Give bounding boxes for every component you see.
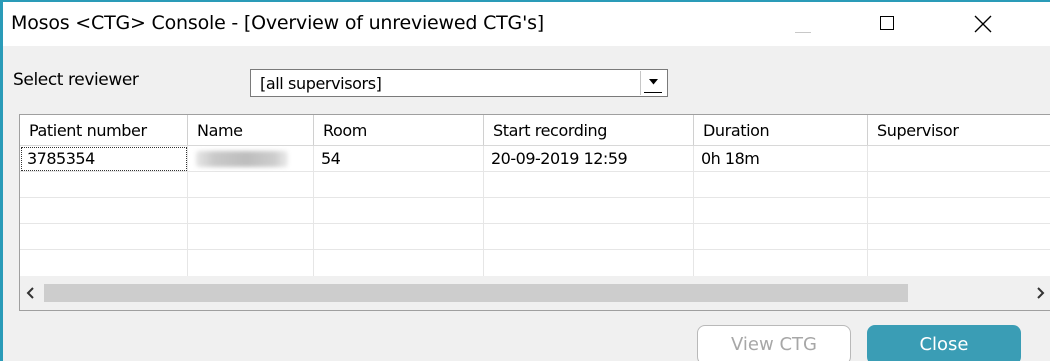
empty-cell (314, 172, 484, 198)
scroll-left-icon[interactable] (26, 287, 34, 299)
empty-cell (188, 250, 314, 276)
column-header-supervisor[interactable]: Supervisor (868, 115, 1050, 145)
dropdown-underline (644, 92, 662, 93)
reviewer-dropdown[interactable]: [all supervisors] (250, 69, 668, 97)
empty-row (20, 172, 1050, 198)
minimize-icon (795, 32, 811, 33)
cell-name[interactable] (188, 146, 314, 172)
cell-patient-number[interactable]: 3785354 (20, 146, 188, 172)
empty-cell (694, 198, 868, 224)
view-ctg-button[interactable]: View CTG (697, 325, 851, 361)
empty-row (20, 250, 1050, 276)
scrollbar-thumb[interactable] (44, 284, 908, 302)
title-bar: Mosos <CTG> Console - [Overview of unrev… (3, 2, 1050, 46)
empty-cell (484, 224, 694, 250)
empty-cell (188, 172, 314, 198)
empty-cell (314, 250, 484, 276)
reviewer-selected-value: [all supervisors] (260, 74, 382, 93)
app-window: Mosos <CTG> Console - [Overview of unrev… (0, 0, 1050, 361)
empty-cell (694, 172, 868, 198)
cell-start-recording[interactable]: 20-09-2019 12:59 (484, 146, 694, 172)
dropdown-button[interactable] (640, 71, 666, 95)
close-window-button[interactable] (953, 2, 1013, 46)
table-row[interactable]: 3785354 54 20-09-2019 12:59 0h 18m (20, 146, 1050, 172)
empty-cell (20, 198, 188, 224)
scroll-right-icon[interactable] (1037, 287, 1045, 299)
window-title: Mosos <CTG> Console - [Overview of unrev… (11, 12, 545, 34)
table-header: Patient number Name Room Start recording… (20, 115, 1050, 146)
column-header-room[interactable]: Room (314, 115, 484, 145)
chevron-down-icon (649, 79, 658, 85)
empty-cell (188, 198, 314, 224)
maximize-button[interactable] (858, 2, 918, 46)
empty-cell (484, 198, 694, 224)
cell-supervisor[interactable] (868, 146, 1050, 172)
close-button[interactable]: Close (867, 325, 1021, 361)
cell-duration[interactable]: 0h 18m (694, 146, 868, 172)
ctg-table[interactable]: Patient number Name Room Start recording… (19, 114, 1050, 311)
empty-row (20, 198, 1050, 224)
column-header-patient-number[interactable]: Patient number (20, 115, 188, 145)
horizontal-scrollbar[interactable] (20, 276, 1050, 310)
empty-row (20, 224, 1050, 250)
column-header-duration[interactable]: Duration (694, 115, 868, 145)
close-icon (974, 15, 992, 33)
empty-cell (694, 250, 868, 276)
empty-cell (20, 250, 188, 276)
empty-cell (314, 224, 484, 250)
empty-cell (188, 224, 314, 250)
column-header-start-recording[interactable]: Start recording (484, 115, 694, 145)
empty-cell (20, 224, 188, 250)
empty-cell (694, 224, 868, 250)
minimize-button[interactable] (773, 2, 833, 46)
cell-room[interactable]: 54 (314, 146, 484, 172)
redacted-name (196, 151, 288, 167)
empty-cell (484, 250, 694, 276)
select-reviewer-label: Select reviewer (13, 70, 139, 90)
empty-cell (484, 172, 694, 198)
maximize-icon (880, 16, 894, 30)
empty-cell (314, 198, 484, 224)
empty-cell (20, 172, 188, 198)
column-header-name[interactable]: Name (188, 115, 314, 145)
